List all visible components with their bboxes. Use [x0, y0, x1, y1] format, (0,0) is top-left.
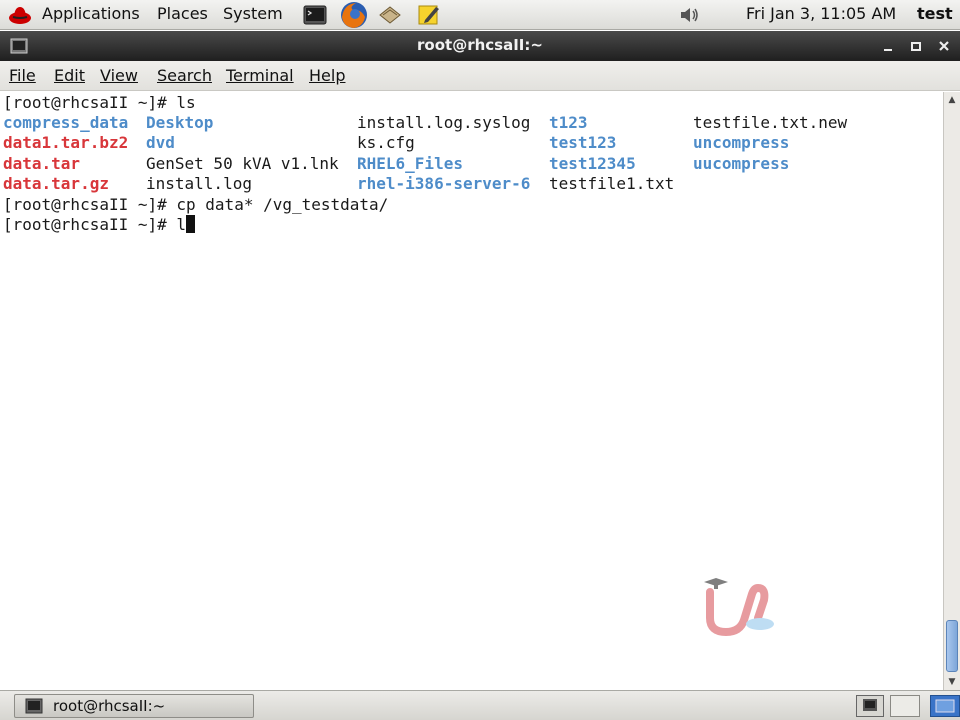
workspace-active-icon[interactable]: [930, 695, 960, 717]
bottom-panel: root@rhcsaII:~: [0, 690, 960, 720]
minimize-icon: [884, 49, 892, 51]
ls-entry-directory: uucompress: [693, 153, 790, 173]
top-panel: Applications Places System Fri Jan 3, 11…: [0, 0, 960, 30]
mail-icon[interactable]: [378, 3, 402, 27]
user-menu[interactable]: test: [917, 0, 953, 30]
taskbar-window-button[interactable]: root@rhcsaII:~: [14, 694, 254, 718]
maximize-button[interactable]: [906, 36, 926, 56]
scrollbar-thumb[interactable]: [946, 620, 958, 672]
ls-entry-file: GenSet 50 kVA v1.lnk: [146, 153, 339, 173]
menu-file-label: File: [9, 66, 36, 85]
ls-entry-directory: Desktop: [146, 113, 214, 132]
terminal-output[interactable]: [root@rhcsaII ~]# ls compress_data Deskto…: [0, 92, 943, 690]
system-menu[interactable]: System: [223, 0, 283, 30]
ls-entry-file: testfile1.txt: [549, 173, 675, 193]
ls-entry-directory: test12345: [549, 153, 636, 173]
redhat-logo-icon[interactable]: [8, 3, 32, 27]
close-icon: [939, 41, 949, 51]
menu-file[interactable]: File: [9, 61, 36, 91]
applications-menu[interactable]: Applications: [42, 0, 140, 30]
clock[interactable]: Fri Jan 3, 11:05 AM: [746, 0, 896, 30]
window-titlebar[interactable]: root@rhcsaII:~: [0, 31, 960, 61]
menu-view[interactable]: View: [100, 61, 138, 91]
ls-entry-directory: rhel-i386-server-6: [357, 173, 531, 193]
text-cursor: [186, 215, 196, 233]
ls-entry-directory: t123: [549, 113, 588, 132]
notes-icon[interactable]: [417, 3, 441, 27]
ls-entry-file: install.log.syslog: [357, 113, 531, 132]
menu-search[interactable]: Search: [157, 61, 212, 91]
ls-entry-directory: compress_data: [3, 113, 129, 132]
menu-help[interactable]: Help: [309, 61, 345, 91]
scroll-up-arrow-icon[interactable]: ▲: [944, 92, 960, 108]
ls-entry-directory: test123: [549, 133, 617, 153]
ls-entry-directory: uncompress: [693, 133, 790, 153]
terminal-launcher-icon[interactable]: [303, 3, 327, 27]
menu-view-label: View: [100, 66, 138, 85]
firefox-icon[interactable]: [339, 1, 369, 29]
places-menu[interactable]: Places: [157, 0, 208, 30]
ls-entry-file: ks.cfg: [357, 133, 415, 153]
scroll-down-arrow-icon[interactable]: ▼: [944, 674, 960, 690]
taskbar-window-label: root@rhcsaII:~: [53, 697, 166, 715]
ls-entry-directory: RHEL6_Files: [357, 153, 463, 173]
ls-entry-directory: dvd: [146, 133, 175, 153]
prompt-line-cp: [root@rhcsaII ~]# cp data* /vg_testdata/: [3, 195, 389, 214]
menu-terminal-label: Terminal: [226, 66, 294, 85]
ls-entry-file: install.log: [146, 173, 252, 193]
prompt-line-ls: [root@rhcsaII ~]# ls: [3, 93, 196, 112]
menu-search-label: Search: [157, 66, 212, 85]
menu-edit[interactable]: Edit: [54, 61, 85, 91]
ls-entry-archive: data.tar.gz: [3, 173, 109, 193]
ls-entry-archive: data1.tar.bz2: [3, 133, 129, 153]
watermark-logo-icon: [704, 578, 774, 637]
show-desktop-icon[interactable]: [856, 695, 884, 717]
menubar: File Edit View Search Terminal Help: [0, 61, 960, 91]
window-title: root@rhcsaII:~: [417, 36, 543, 54]
workspace-switcher-icon[interactable]: [890, 695, 920, 717]
ls-entry-archive: data.tar: [3, 153, 81, 173]
current-command: [root@rhcsaII ~]# l: [3, 215, 187, 234]
prompt-line-current[interactable]: [root@rhcsaII ~]# l: [3, 215, 196, 235]
close-button[interactable]: [934, 36, 954, 56]
ls-entry-file: testfile.txt.new: [693, 113, 848, 132]
menu-help-label: Help: [309, 66, 346, 85]
menu-edit-label: Edit: [54, 66, 85, 85]
volume-icon[interactable]: [678, 3, 702, 27]
maximize-icon: [911, 42, 921, 51]
terminal-task-icon: [25, 698, 43, 714]
terminal-scrollbar[interactable]: ▲ ▼: [943, 92, 960, 690]
menu-terminal[interactable]: Terminal: [226, 61, 294, 91]
minimize-button[interactable]: [878, 36, 898, 56]
